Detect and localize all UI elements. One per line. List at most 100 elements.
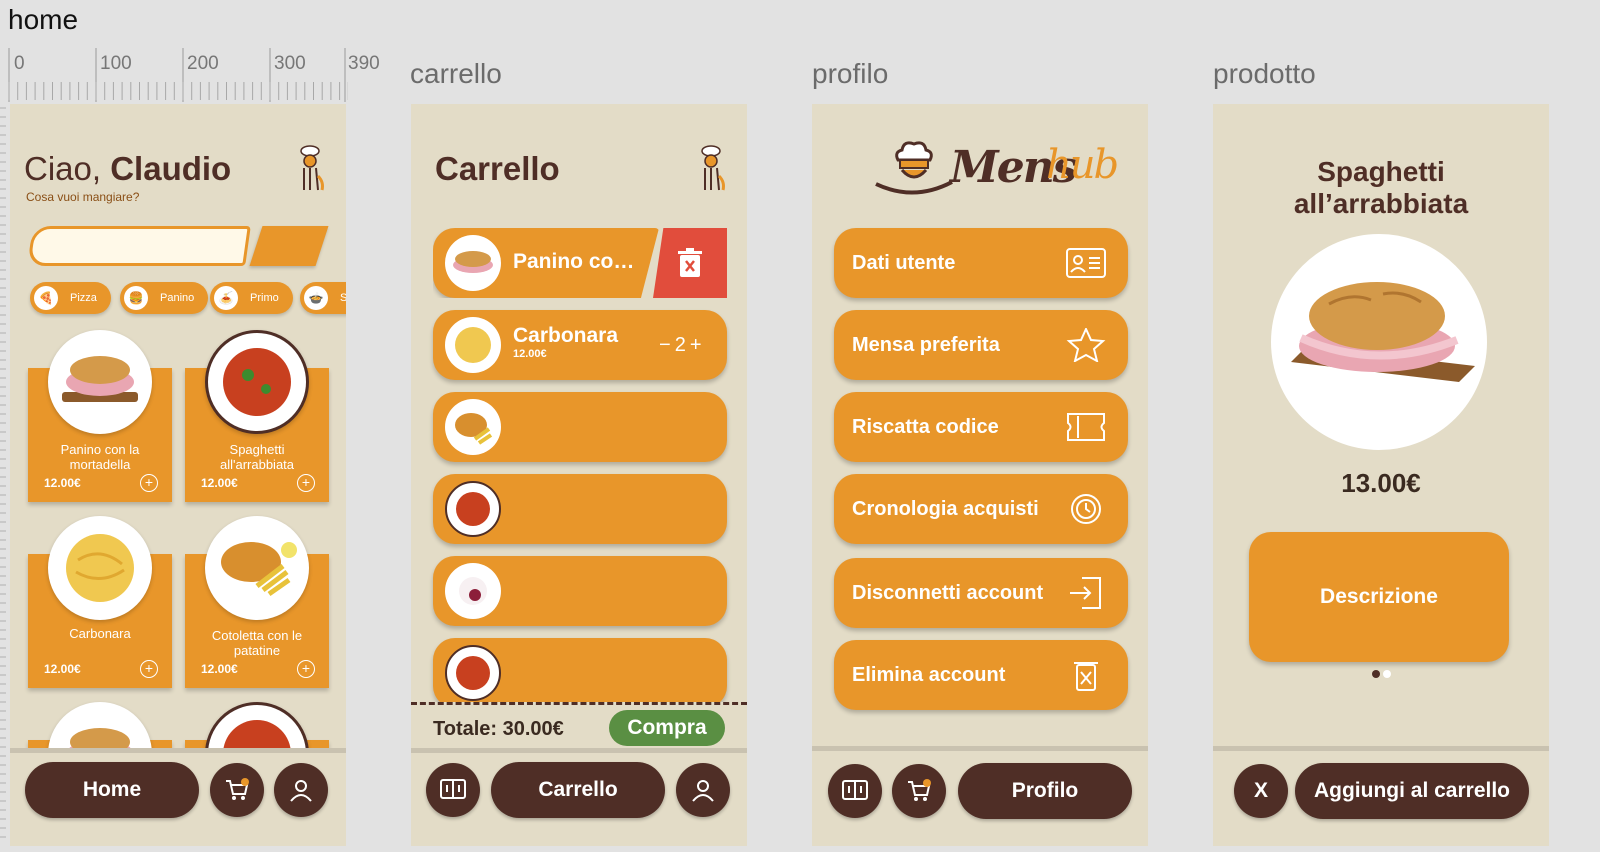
product-name: Carbonara: [69, 626, 131, 641]
cart-item[interactable]: [433, 474, 727, 544]
cart-icon: [226, 778, 249, 800]
chef-mascot-icon: [294, 144, 330, 192]
greeting-text: Ciao,: [24, 150, 102, 187]
nav-profile-button[interactable]: [274, 763, 328, 817]
product-name: Cotoletta con le patatine: [211, 628, 303, 658]
nav-divider: [812, 746, 1148, 751]
pasta-icon: 🍝: [214, 286, 238, 310]
subtitle: Cosa vuoi mangiare?: [26, 190, 140, 204]
nav-cart-button[interactable]: [892, 764, 946, 818]
bottom-nav: X Aggiungi al carrello: [1213, 746, 1549, 846]
add-icon[interactable]: +: [297, 474, 315, 492]
increase-button[interactable]: +: [690, 334, 702, 357]
add-icon[interactable]: +: [140, 660, 158, 678]
close-button[interactable]: X: [1234, 764, 1288, 818]
cart-total: Totale: 30.00€: [433, 718, 564, 740]
product-title: Spaghetti all’arrabbiata: [1293, 156, 1469, 219]
cart-item-image: [445, 317, 501, 373]
cart-item[interactable]: [433, 392, 727, 462]
delete-item-button[interactable]: [653, 228, 727, 298]
ruler-label: 100: [100, 53, 132, 74]
cart-item[interactable]: [433, 638, 727, 708]
nav-divider: [411, 748, 747, 753]
category-secondo[interactable]: 🍲 S: [300, 282, 346, 314]
category-pizza[interactable]: 🍕 Pizza: [30, 282, 111, 314]
frame-label-carrello: carrello: [410, 58, 502, 89]
vertical-ruler: [0, 104, 8, 846]
ruler-label: 390: [348, 53, 380, 74]
cart-item-price: 12.00€: [513, 348, 547, 360]
add-icon[interactable]: +: [140, 474, 158, 492]
favorite-canteen-button[interactable]: Mensa preferita: [834, 310, 1128, 380]
nav-home-button[interactable]: [828, 764, 882, 818]
ticket-icon: [1067, 413, 1105, 441]
logout-button[interactable]: Disconnetti account: [834, 558, 1128, 628]
nav-home-button[interactable]: Home: [25, 762, 199, 818]
cart-item[interactable]: Carbonara 12.00€ − 2 +: [433, 310, 727, 380]
button-label: Riscatta codice: [852, 415, 999, 438]
add-icon[interactable]: +: [297, 660, 315, 678]
product-price: 12.00€: [44, 662, 81, 676]
product-price: 13.00€: [1341, 468, 1421, 498]
button-label: Dati utente: [852, 251, 956, 274]
carousel-dot[interactable]: [1383, 670, 1391, 678]
burger-icon: 🍔: [124, 286, 148, 310]
buy-button[interactable]: Compra: [609, 710, 725, 746]
button-label: Elimina account: [852, 663, 1006, 686]
product-price: 12.00€: [44, 476, 81, 490]
id-card-icon: [1066, 248, 1106, 278]
nav-profile-button[interactable]: Profilo: [958, 763, 1132, 819]
chef-hat-logo-icon: [875, 141, 953, 195]
carrello-screen: Carrello Panino co… Carbonara 12.00€ − 2…: [411, 104, 747, 846]
product-image-cotoletta: [205, 516, 309, 620]
cart-item-image: [445, 235, 501, 291]
product-image-sandwich: [1271, 234, 1487, 450]
delete-account-button[interactable]: Elimina account: [834, 640, 1128, 710]
search-button[interactable]: [249, 226, 329, 266]
nav-divider: [1213, 746, 1549, 751]
category-label: S: [340, 292, 346, 304]
chef-mascot-icon: [695, 144, 731, 192]
product-price: 12.00€: [201, 476, 238, 490]
frame-label-prodotto: prodotto: [1213, 58, 1316, 89]
nav-cart-button[interactable]: [210, 763, 264, 817]
menu-book-icon: [440, 779, 466, 799]
cart-footer: Totale: 30.00€ Compra Carrello: [411, 702, 747, 846]
carousel-dot-active[interactable]: [1372, 670, 1380, 678]
description-card[interactable]: Descrizione: [1249, 532, 1509, 662]
frame-label-home: home: [8, 4, 79, 35]
product-image-sandwich: [48, 330, 152, 434]
cart-item-image: [445, 645, 501, 701]
ruler-label: 0: [14, 53, 25, 74]
category-primo[interactable]: 🍝 Primo: [210, 282, 293, 314]
cart-icon: [908, 779, 931, 801]
add-to-cart-button[interactable]: Aggiungi al carrello: [1295, 763, 1529, 819]
user-icon: [290, 780, 312, 802]
nav-divider: [10, 748, 346, 753]
star-icon: [1066, 328, 1106, 362]
bottom-nav: Home: [10, 748, 346, 846]
home-screen: Ciao, Claudio Cosa vuoi mangiare? 🍕 Pizza…: [10, 104, 346, 846]
user-data-button[interactable]: Dati utente: [834, 228, 1128, 298]
redeem-code-button[interactable]: Riscatta codice: [834, 392, 1128, 462]
category-label: Panino: [160, 292, 195, 304]
cart-item-image: [445, 481, 501, 537]
cart-item[interactable]: [433, 556, 727, 626]
horizontal-ruler: 0 100 200 300: [8, 48, 348, 102]
nav-profile-button[interactable]: [676, 763, 730, 817]
search-input[interactable]: [27, 226, 251, 266]
nav-cart-button[interactable]: Carrello: [491, 762, 665, 818]
greeting: Ciao, Claudio: [24, 150, 231, 188]
category-panino[interactable]: 🍔 Panino: [120, 282, 209, 314]
button-label: Disconnetti account: [852, 581, 1044, 604]
trash-icon: [678, 248, 702, 277]
purchase-history-button[interactable]: Cronologia acquisti: [834, 474, 1128, 544]
user-name: Claudio: [110, 150, 232, 187]
nav-home-button[interactable]: [426, 763, 480, 817]
cart-item-name: Carbonara: [513, 324, 619, 347]
product-name: Panino con la mortadella: [60, 442, 140, 472]
decrease-button[interactable]: −: [659, 334, 671, 357]
profilo-screen: Mens hub Dati utente Mensa preferita Ris…: [812, 104, 1148, 846]
page-title: Carrello: [435, 150, 560, 187]
logout-icon: [1070, 577, 1101, 609]
